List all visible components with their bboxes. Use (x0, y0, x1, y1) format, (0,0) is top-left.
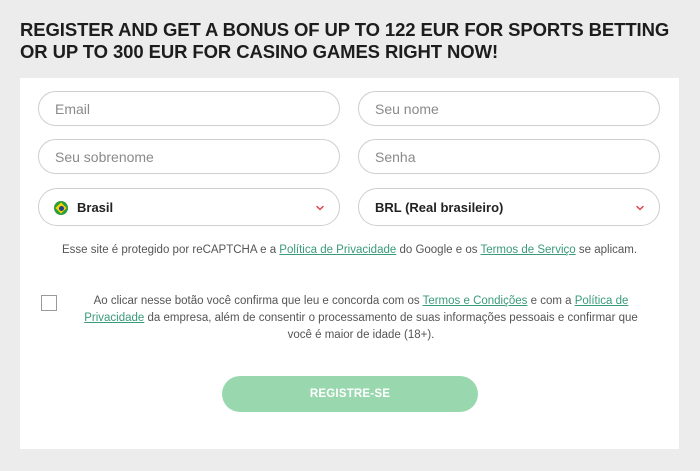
consent-text-part: Ao clicar nesse botão você confirma que … (93, 295, 423, 307)
consent-text-part: da empresa, além de consentir o processa… (144, 312, 638, 341)
currency-select-value: BRL (Real brasileiro) (375, 200, 504, 215)
chevron-down-icon (316, 205, 324, 211)
consent-text-part: e com a (527, 295, 575, 307)
recaptcha-text: do Google e os (396, 244, 481, 256)
password-field-wrapper (358, 139, 660, 174)
currency-select[interactable]: BRL (Real brasileiro) (358, 188, 660, 226)
chevron-down-icon (636, 205, 644, 211)
page-header: REGISTER AND GET A BONUS OF UP TO 122 EU… (0, 0, 700, 78)
country-select-value: Brasil (77, 200, 114, 215)
first-name-field[interactable] (375, 92, 645, 125)
consent-text: Ao clicar nesse botão você confirma que … (72, 293, 650, 344)
bonus-headline: REGISTER AND GET A BONUS OF UP TO 122 EU… (20, 19, 670, 62)
email-field-wrapper (38, 91, 340, 126)
brazil-flag-icon (54, 201, 68, 215)
password-field[interactable] (375, 140, 645, 173)
consent-checkbox[interactable] (41, 295, 57, 311)
recaptcha-text: Esse site é protegido por reCAPTCHA e a (61, 244, 280, 256)
recaptcha-notice: Esse site é protegido por reCAPTCHA e a … (60, 242, 639, 259)
last-name-field-wrapper (38, 139, 340, 174)
terms-and-conditions-link[interactable]: Termos e Condições (423, 295, 528, 307)
email-field[interactable] (55, 92, 325, 125)
terms-of-service-link[interactable]: Termos de Serviço (480, 244, 575, 256)
privacy-policy-link[interactable]: Política de Privacidade (279, 244, 396, 256)
first-name-field-wrapper (358, 91, 660, 126)
last-name-field[interactable] (55, 140, 325, 173)
register-button[interactable]: REGISTRE-SE (222, 376, 478, 412)
recaptcha-text: se aplicam. (575, 244, 638, 256)
registration-form: Brasil BRL (Real brasileiro) Esse site é… (20, 78, 679, 449)
country-select[interactable]: Brasil (38, 188, 340, 226)
